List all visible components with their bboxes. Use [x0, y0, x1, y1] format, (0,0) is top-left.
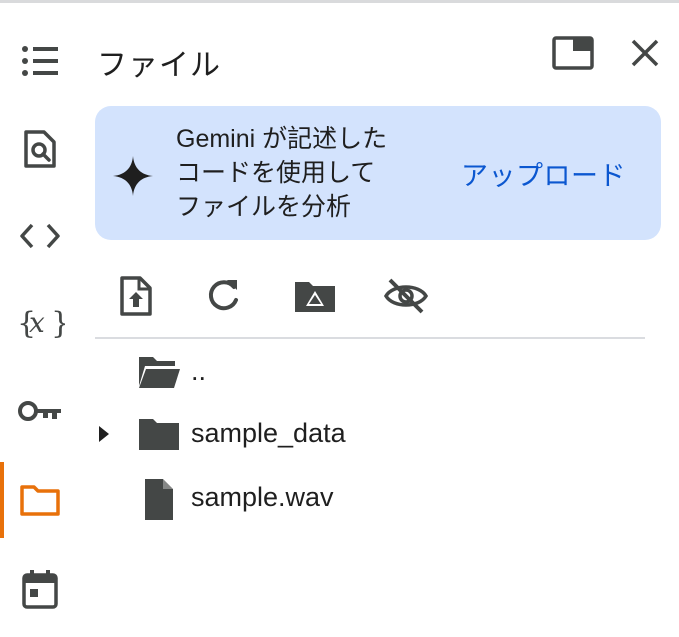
sidebar-item-toc[interactable]: [0, 25, 80, 97]
variables-icon: { x }: [17, 306, 65, 341]
close-icon: [631, 39, 659, 67]
open-in-window-icon: [552, 36, 594, 70]
expand-caret-icon[interactable]: [95, 422, 115, 446]
mount-drive-button[interactable]: [291, 272, 339, 320]
sidebar-item-files[interactable]: [0, 464, 80, 536]
refresh-icon: [208, 280, 238, 311]
file-icon: [145, 479, 173, 520]
calendar-icon: [22, 570, 58, 609]
find-in-page-icon: [24, 130, 56, 168]
key-icon: [18, 401, 61, 421]
file-name: sample.wav: [191, 482, 334, 512]
sidebar-item-calendar[interactable]: [0, 553, 80, 625]
table-of-contents-icon: [22, 46, 58, 76]
file-row-parent[interactable]: ..: [95, 342, 645, 402]
drive-folder-icon: [295, 282, 335, 312]
gemini-banner: Gemini が記述した コードを使用して ファイルを分析 アップロード: [95, 106, 661, 240]
close-panel-button[interactable]: [623, 31, 667, 75]
svg-text:x: x: [29, 306, 45, 339]
folder-open-icon: [139, 357, 180, 388]
panel-title: ファイル: [97, 49, 221, 82]
upload-file-button[interactable]: [112, 272, 160, 320]
file-row-sample-data[interactable]: sample_data: [95, 404, 645, 464]
refresh-button[interactable]: [199, 272, 247, 320]
sidebar-item-secrets[interactable]: [0, 375, 80, 447]
sidebar-item-find[interactable]: [0, 113, 80, 185]
code-icon: [20, 223, 60, 249]
folder-icon: [139, 419, 179, 450]
sidebar-item-variables[interactable]: { x }: [0, 286, 80, 358]
file-name: ..: [191, 356, 207, 386]
top-border: [0, 0, 679, 3]
svg-text:}: }: [51, 306, 65, 341]
toggle-hidden-files-button[interactable]: [382, 272, 430, 320]
gemini-sparkle-icon: [113, 156, 153, 196]
banner-message: Gemini が記述した コードを使用して ファイルを分析: [176, 125, 388, 221]
folder-icon: [20, 485, 60, 516]
sidebar-item-code-snippets[interactable]: [0, 200, 80, 272]
file-row-sample-wav[interactable]: sample.wav: [95, 468, 645, 528]
file-name: sample_data: [191, 418, 346, 448]
toggle-panel-window-button[interactable]: [551, 31, 595, 75]
toolbar-divider: [95, 337, 645, 339]
upload-button[interactable]: アップロード: [461, 154, 626, 193]
sidebar-rail: { x }: [0, 0, 80, 637]
upload-file-icon: [120, 276, 152, 316]
visibility-off-icon: [383, 278, 429, 314]
